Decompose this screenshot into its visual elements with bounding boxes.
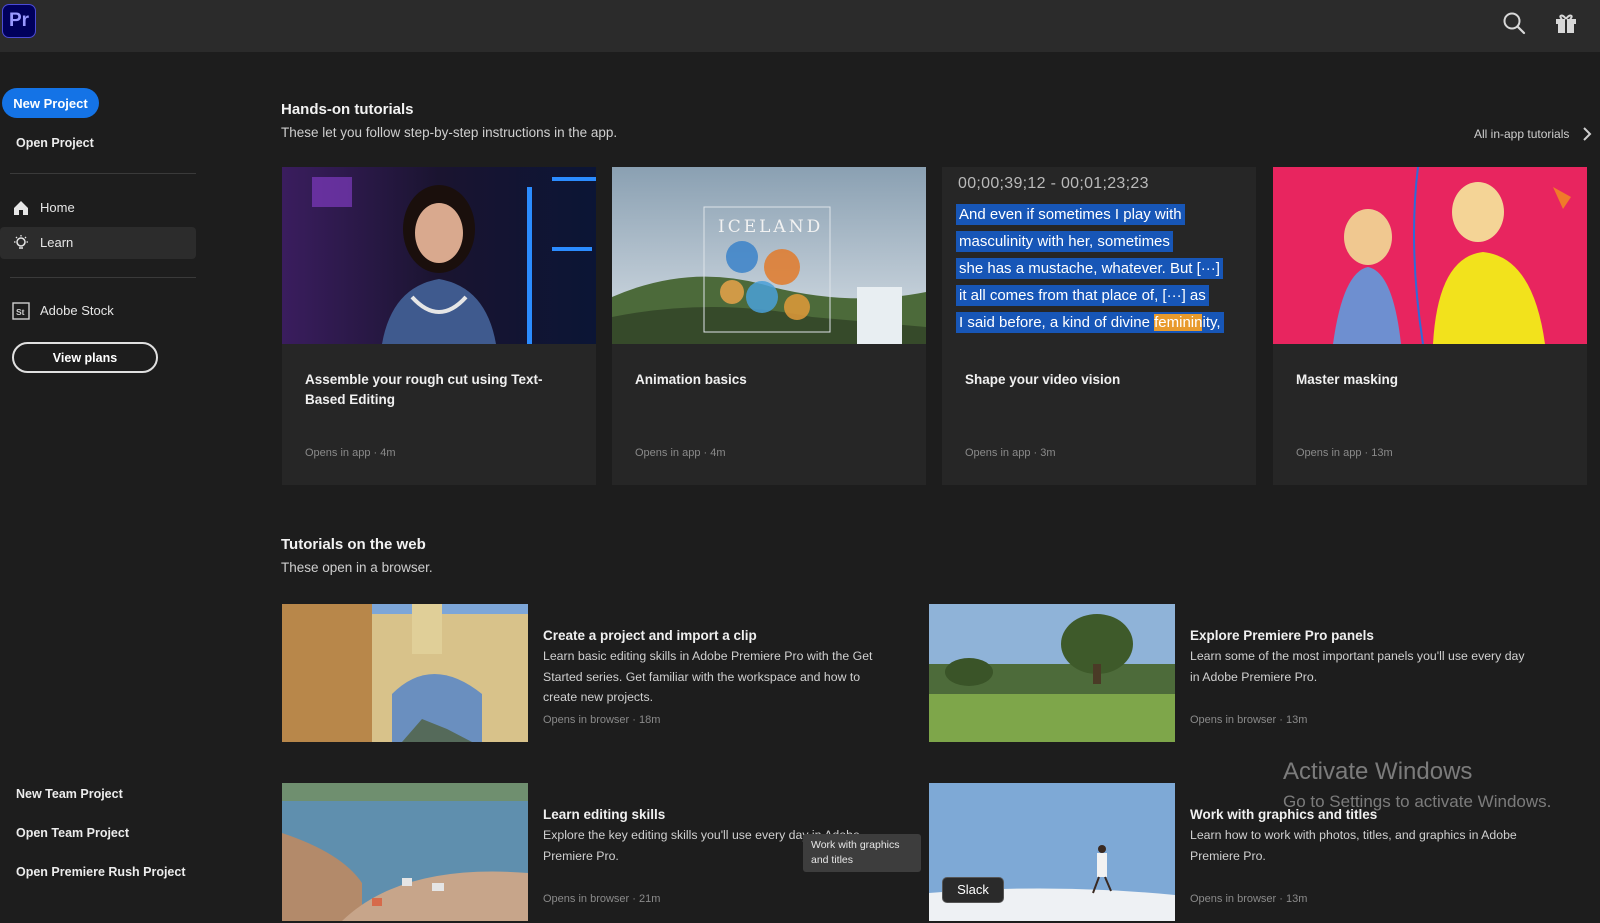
card-title: Animation basics xyxy=(635,372,747,387)
card-meta: Opens in app · 3m xyxy=(965,447,1056,459)
sidebar-item-label: Home xyxy=(40,200,75,215)
sidebar-item-label: Learn xyxy=(40,235,74,250)
open-team-project-link[interactable]: Open Team Project xyxy=(16,826,129,840)
top-bar: Pr xyxy=(0,0,1600,52)
web-tutorial-description: Learn basic editing skills in Adobe Prem… xyxy=(543,649,873,704)
timecode: 00;00;39;12 - 00;01;23;23 xyxy=(958,175,1149,192)
svg-text:St: St xyxy=(16,307,25,317)
web-tutorial-item[interactable]: Create a project and import a clip Learn… xyxy=(282,604,902,744)
web-tutorial-meta: Opens in browser · 13m xyxy=(1190,714,1308,726)
web-tutorials-title: Tutorials on the web xyxy=(281,536,426,553)
premiere-logo: Pr xyxy=(2,4,36,38)
home-icon xyxy=(12,199,30,217)
open-project-link[interactable]: Open Project xyxy=(16,136,94,150)
sidebar-item-adobe-stock[interactable]: St Adobe Stock xyxy=(0,295,196,327)
transcript-line: it all comes from that place of, [···] a… xyxy=(956,285,1209,306)
tutorial-card[interactable]: Assemble your rough cut using Text-Based… xyxy=(282,167,596,485)
watermark-line: Activate Windows xyxy=(1283,758,1473,785)
card-title: Master masking xyxy=(1296,372,1399,387)
sidebar-item-label: Adobe Stock xyxy=(40,303,114,318)
web-tutorial-meta: Opens in browser · 13m xyxy=(1190,893,1308,905)
tutorial-thumbnail xyxy=(1273,167,1587,344)
tutorial-card[interactable]: ICELAND Animation basics Opens in app · … xyxy=(612,167,926,485)
web-tutorial-thumbnail xyxy=(282,783,528,921)
tutorial-card[interactable]: 00;00;39;12 - 00;01;23;23 And even if so… xyxy=(942,167,1256,485)
thumbnail-text: ICELAND xyxy=(718,217,824,237)
transcript-line: masculinity with her, sometimes xyxy=(956,231,1173,252)
tutorial-thumbnail: ICELAND xyxy=(612,167,926,344)
transcript-line: she has a mustache, whatever. But [···] xyxy=(956,258,1223,279)
hands-on-subtitle: These let you follow step-by-step instru… xyxy=(281,125,618,140)
tutorial-thumbnail xyxy=(282,167,596,344)
web-tutorial-meta: Opens in browser · 18m xyxy=(543,714,661,726)
card-title: Assemble your rough cut using Text-Based… xyxy=(305,372,543,407)
sidebar: New Project Open Project Home Learn St A… xyxy=(0,52,200,910)
new-team-project-link[interactable]: New Team Project xyxy=(16,787,123,801)
gift-icon[interactable] xyxy=(1553,10,1579,36)
web-tutorial-title: Explore Premiere Pro panels xyxy=(1190,628,1374,643)
sidebar-divider xyxy=(10,277,196,278)
watermark-line: Go to Settings to activate Windows. xyxy=(1283,792,1552,811)
web-tutorial-title: Learn editing skills xyxy=(543,807,666,822)
web-tutorial-thumbnail xyxy=(929,604,1175,742)
web-tutorials-subtitle: These open in a browser. xyxy=(281,560,433,575)
new-project-button[interactable]: New Project xyxy=(2,88,99,118)
card-meta: Opens in app · 4m xyxy=(305,447,396,459)
sidebar-divider xyxy=(10,173,196,174)
card-title: Shape your video vision xyxy=(965,372,1121,387)
tutorial-card[interactable]: Master masking Opens in app · 13m xyxy=(1273,167,1587,485)
web-tutorial-title: Create a project and import a clip xyxy=(543,628,757,643)
open-rush-project-link[interactable]: Open Premiere Rush Project xyxy=(16,865,186,879)
transcript-line: And even if sometimes I play with xyxy=(956,204,1185,225)
web-tutorial-item[interactable]: Explore Premiere Pro panels Learn some o… xyxy=(929,604,1549,744)
search-icon[interactable] xyxy=(1501,10,1527,36)
card-meta: Opens in app · 13m xyxy=(1296,447,1393,459)
web-tutorial-description: Learn how to work with photos, titles, a… xyxy=(1190,828,1517,863)
lightbulb-icon xyxy=(12,234,30,252)
stock-icon: St xyxy=(12,302,30,320)
hands-on-title: Hands-on tutorials xyxy=(281,101,414,118)
sidebar-item-learn[interactable]: Learn xyxy=(0,227,196,259)
web-tutorial-thumbnail xyxy=(282,604,528,742)
view-plans-button[interactable]: View plans xyxy=(12,342,158,373)
web-tutorial-meta: Opens in browser · 21m xyxy=(543,893,661,905)
card-meta: Opens in app · 4m xyxy=(635,447,726,459)
web-tutorial-description: Learn some of the most important panels … xyxy=(1190,649,1525,684)
sidebar-item-home[interactable]: Home xyxy=(0,192,196,224)
transcript-line: I said before, a kind of divine feminini… xyxy=(956,312,1224,333)
chevron-right-icon[interactable] xyxy=(1582,126,1592,142)
slack-tooltip: Slack xyxy=(942,877,1004,903)
activate-windows-watermark: Activate Windows Go to Settings to activ… xyxy=(1283,758,1551,812)
transcript-thumbnail: 00;00;39;12 - 00;01;23;23 And even if so… xyxy=(942,167,1256,344)
all-tutorials-link[interactable]: All in-app tutorials xyxy=(1474,127,1569,141)
hover-tooltip: Work with graphics and titles xyxy=(803,834,921,872)
